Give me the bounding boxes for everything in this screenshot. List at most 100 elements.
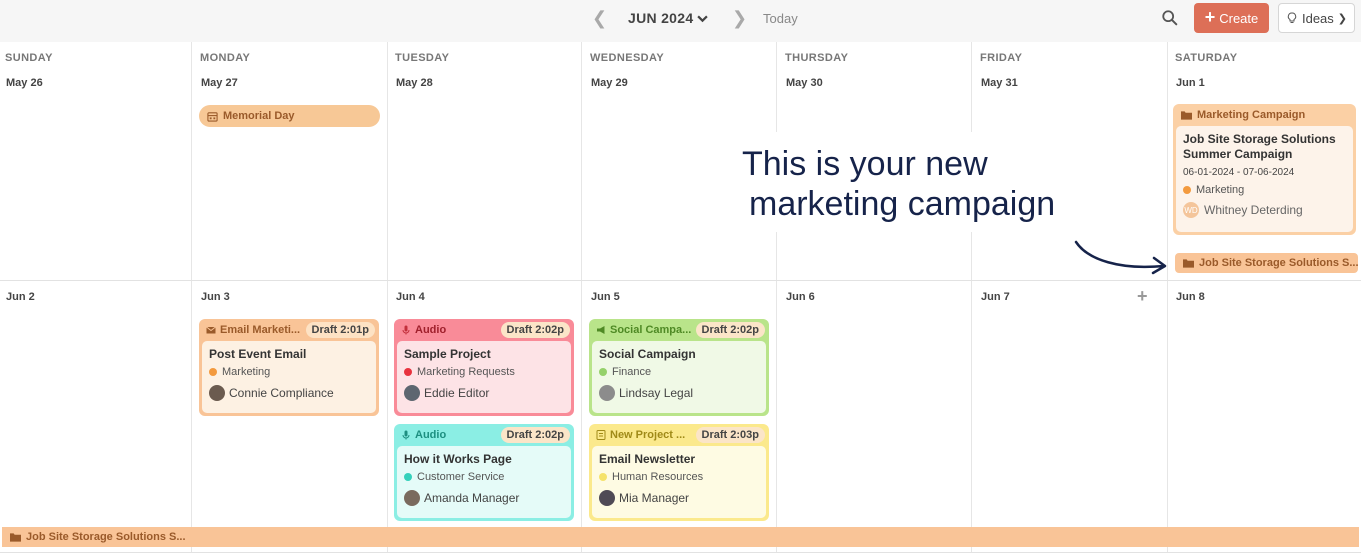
card-label-text: Marketing <box>222 366 271 378</box>
card-body: Social Campaign Finance Lindsay Legal <box>592 341 766 413</box>
card-label: Customer Service <box>404 471 564 483</box>
avatar <box>404 385 420 401</box>
label-dot <box>404 473 412 481</box>
campaign-label: Marketing <box>1183 184 1346 196</box>
annotation-line-2: marketing campaign <box>749 185 1056 223</box>
card-user: Connie Compliance <box>209 385 369 401</box>
folder-icon <box>1181 111 1192 120</box>
card-user-name: Mia Manager <box>619 491 690 505</box>
chevron-right-icon[interactable]: ❯ <box>732 8 747 29</box>
date-may-30: May 30 <box>786 77 823 89</box>
card-user-name: Lindsay Legal <box>619 386 694 400</box>
date-may-31: May 31 <box>981 77 1018 89</box>
date-may-26: May 26 <box>6 77 43 89</box>
campaign-user-name: Whitney Deterding <box>1204 203 1303 217</box>
label-dot <box>1183 186 1191 194</box>
campaign-header: Marketing Campaign <box>1173 104 1356 126</box>
annotation-line-1: This is your new <box>742 145 988 183</box>
date-jun-5: Jun 5 <box>591 291 620 303</box>
document-icon <box>596 430 606 440</box>
card-body: Sample Project Marketing Requests Eddie … <box>397 341 571 413</box>
campaign-user: WD Whitney Deterding <box>1183 202 1346 218</box>
card-user: Eddie Editor <box>404 385 564 401</box>
week-divider <box>0 552 1361 553</box>
month-label: JUN 2024 <box>628 10 694 26</box>
date-may-27: May 27 <box>201 77 238 89</box>
date-jun-6: Jun 6 <box>786 291 815 303</box>
campaign-card[interactable]: Marketing Campaign Job Site Storage Solu… <box>1173 104 1356 235</box>
card-title: Social Campaign <box>599 347 696 361</box>
card-title: Sample Project <box>404 347 491 361</box>
card-label-text: Marketing Requests <box>417 366 515 378</box>
card-label-text: Human Resources <box>612 471 704 483</box>
chevron-down-icon <box>697 15 709 22</box>
grid-line <box>387 42 388 552</box>
toolbar: ❮ JUN 2024 ❯ Today + Create Ideas ❯ <box>0 0 1361 42</box>
grid-line <box>1167 42 1168 552</box>
card-user-name: Amanda Manager <box>424 491 520 505</box>
card-user-name: Connie Compliance <box>229 386 334 400</box>
date-may-29: May 29 <box>591 77 628 89</box>
day-header-saturday: SATURDAY <box>1175 52 1238 64</box>
microphone-icon <box>402 430 410 440</box>
grid-line <box>581 42 582 552</box>
campaign-title: Job Site Storage Solutions Summer Campai… <box>1183 132 1336 161</box>
chevron-right-icon: ❯ <box>1337 12 1348 25</box>
avatar <box>599 385 615 401</box>
folder-icon <box>1183 259 1194 268</box>
envelope-icon <box>206 326 216 334</box>
chevron-left-icon[interactable]: ❮ <box>592 8 607 29</box>
card-label: Marketing Requests <box>404 366 564 378</box>
folder-icon <box>10 533 21 542</box>
month-selector[interactable]: JUN 2024 <box>628 10 709 26</box>
search-icon[interactable] <box>1161 9 1179 27</box>
avatar <box>209 385 225 401</box>
card-body: Post Event Email Marketing Connie Compli… <box>202 341 376 413</box>
day-header-tuesday: TUESDAY <box>395 52 450 64</box>
date-jun-8: Jun 8 <box>1176 291 1205 303</box>
grid-line <box>971 42 972 132</box>
day-header-monday: MONDAY <box>200 52 251 64</box>
campaign-banner[interactable]: Job Site Storage Solutions S... <box>1175 253 1358 273</box>
add-event-icon[interactable]: + <box>1137 286 1148 307</box>
avatar <box>404 490 420 506</box>
day-header-wednesday: WEDNESDAY <box>590 52 665 64</box>
create-button[interactable]: + Create <box>1194 3 1269 33</box>
plus-icon: + <box>1204 7 1216 27</box>
today-button[interactable]: Today <box>763 11 798 26</box>
card-title: How it Works Page <box>404 452 512 466</box>
status-badge: Draft 2:02p <box>500 427 570 443</box>
campaign-dates: 06-01-2024 - 07-06-2024 <box>1183 167 1295 178</box>
megaphone-icon <box>597 326 605 334</box>
content-card[interactable]: Email Marketi... Draft 2:01p Post Event … <box>199 319 379 416</box>
content-card[interactable]: Audio Draft 2:02p Sample Project Marketi… <box>394 319 574 416</box>
ideas-button[interactable]: Ideas ❯ <box>1278 3 1355 33</box>
content-card[interactable]: New Project ... Draft 2:03p Email Newsle… <box>589 424 769 521</box>
date-may-28: May 28 <box>396 77 433 89</box>
lightbulb-icon <box>1287 12 1297 23</box>
content-card[interactable]: Audio Draft 2:02p How it Works Page Cust… <box>394 424 574 521</box>
card-type: Email Marketi... <box>220 324 301 336</box>
label-dot <box>404 368 412 376</box>
grid-line <box>776 42 777 132</box>
day-header-sunday: SUNDAY <box>5 52 53 64</box>
date-jun-2: Jun 2 <box>6 291 35 303</box>
create-label: Create <box>1219 10 1259 26</box>
holiday-label: Memorial Day <box>223 110 295 122</box>
card-type: Audio <box>415 324 447 336</box>
card-label: Marketing <box>209 366 369 378</box>
card-label-text: Finance <box>612 366 652 378</box>
card-label: Human Resources <box>599 471 759 483</box>
campaign-banner-week2[interactable]: Job Site Storage Solutions S... <box>2 527 1359 547</box>
card-type: Audio <box>415 429 447 441</box>
status-badge: Draft 2:02p <box>500 322 570 338</box>
card-label-text: Customer Service <box>417 471 505 483</box>
holiday-pill[interactable]: Memorial Day <box>199 105 380 127</box>
card-user: Amanda Manager <box>404 490 564 506</box>
content-card[interactable]: Social Campa... Draft 2:02p Social Campa… <box>589 319 769 416</box>
status-badge: Draft 2:01p <box>305 322 375 338</box>
day-header-thursday: THURSDAY <box>785 52 849 64</box>
card-title: Email Newsletter <box>599 452 696 466</box>
week-divider <box>0 280 1361 281</box>
date-jun-1: Jun 1 <box>1176 77 1205 89</box>
